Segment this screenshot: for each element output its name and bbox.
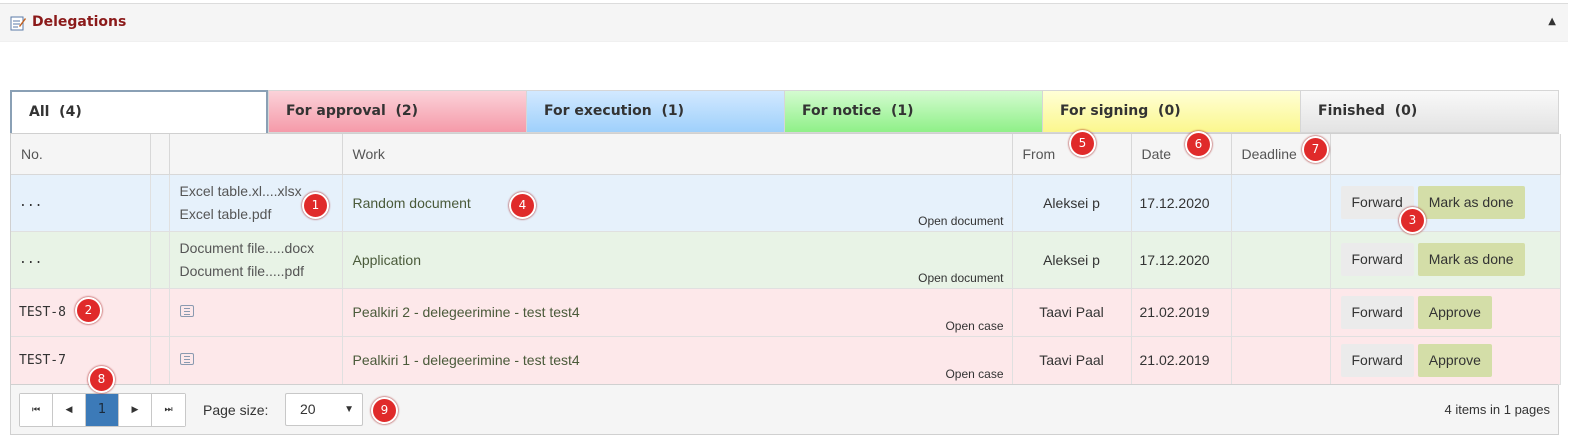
row-actions: Forward Mark as done bbox=[1330, 231, 1561, 289]
row-files: Document file.....docx Document file....… bbox=[169, 231, 343, 289]
row-files bbox=[169, 336, 343, 385]
panel-header: Delegations ▲ bbox=[0, 3, 1568, 42]
row-deadline bbox=[1231, 336, 1331, 385]
page-size-value: 20 bbox=[300, 401, 316, 417]
approve-button[interactable]: Approve bbox=[1417, 343, 1492, 377]
panel-title: Delegations bbox=[32, 14, 127, 30]
annotation-marker: 6 bbox=[1185, 131, 1212, 158]
last-page-icon[interactable]: ⏭ bbox=[152, 394, 185, 426]
column-header-work[interactable]: Work bbox=[342, 134, 1013, 175]
filter-tabs: All (4) For approval (2) For execution (… bbox=[10, 90, 1559, 133]
chevron-down-icon: ▼ bbox=[344, 404, 354, 415]
page-size-label: Page size: bbox=[203, 402, 269, 418]
column-header-date[interactable]: Date bbox=[1131, 134, 1232, 175]
table-row: ... Excel table.xl....xlsx Excel table.p… bbox=[11, 174, 1561, 232]
row-blank-cell bbox=[150, 231, 170, 289]
row-from: Taavi Paal bbox=[1012, 336, 1132, 385]
page-number-button[interactable]: 1 bbox=[86, 394, 119, 426]
row-deadline bbox=[1231, 231, 1331, 289]
case-icon[interactable] bbox=[179, 304, 194, 317]
work-title: Pealkiri 2 - delegeerimine - test test4 bbox=[352, 304, 580, 320]
annotation-marker: 9 bbox=[371, 397, 398, 424]
row-from: Taavi Paal bbox=[1012, 288, 1132, 337]
next-page-icon[interactable]: ▶ bbox=[119, 394, 152, 426]
annotation-marker: 2 bbox=[75, 297, 102, 324]
pager-buttons: ⏮ ◀ 1 ▶ ⏭ bbox=[19, 393, 186, 427]
mark-as-done-button[interactable]: Mark as done bbox=[1417, 186, 1525, 219]
annotation-marker: 3 bbox=[1399, 207, 1426, 234]
row-number: TEST-7 bbox=[11, 336, 151, 385]
open-document-link[interactable]: Open document bbox=[918, 271, 1003, 285]
row-actions: Forward Approve bbox=[1330, 336, 1561, 385]
work-title: Random document bbox=[352, 194, 471, 211]
table-row: ... Document file.....docx Document file… bbox=[11, 231, 1561, 289]
delegations-table: No. Work From Date Deadline ... Excel ta… bbox=[11, 134, 1561, 385]
column-header-blank bbox=[150, 134, 170, 175]
annotation-marker: 5 bbox=[1069, 130, 1096, 157]
row-from: Aleksei p bbox=[1012, 231, 1132, 289]
tab-for-execution[interactable]: For execution (1) bbox=[526, 90, 784, 133]
file-link[interactable]: Document file.....pdf bbox=[180, 260, 342, 283]
tab-finished[interactable]: Finished (0) bbox=[1300, 90, 1559, 133]
annotation-marker: 1 bbox=[302, 192, 329, 219]
delegations-grid: No. Work From Date Deadline ... Excel ta… bbox=[10, 133, 1561, 435]
row-blank-cell bbox=[150, 174, 170, 232]
table-row: TEST-7 Pealkiri 1 - delegeerimine - test… bbox=[11, 336, 1561, 385]
table-row: TEST-8 Pealkiri 2 - delegeerimine - test… bbox=[11, 288, 1561, 337]
tab-for-signing[interactable]: For signing (0) bbox=[1042, 90, 1300, 133]
row-files bbox=[169, 288, 343, 337]
annotation-marker: 7 bbox=[1302, 136, 1329, 163]
file-link[interactable]: Document file.....docx bbox=[180, 237, 342, 260]
annotation-marker: 4 bbox=[509, 192, 536, 219]
row-date: 17.12.2020 bbox=[1131, 174, 1232, 232]
row-number: ... bbox=[11, 231, 151, 289]
row-actions: Forward Mark as done bbox=[1330, 174, 1561, 232]
row-work: Application Open document bbox=[342, 231, 1013, 289]
row-date: 21.02.2019 bbox=[1131, 288, 1232, 337]
collapse-icon[interactable]: ▲ bbox=[1548, 16, 1556, 27]
column-header-actions bbox=[1330, 134, 1561, 175]
work-title: Pealkiri 1 - delegeerimine - test test4 bbox=[352, 352, 580, 368]
open-case-link[interactable]: Open case bbox=[945, 319, 1003, 333]
delegation-icon bbox=[10, 16, 26, 31]
column-header-files bbox=[169, 134, 343, 175]
forward-button[interactable]: Forward bbox=[1340, 295, 1414, 329]
tab-for-approval[interactable]: For approval (2) bbox=[268, 90, 526, 133]
row-blank-cell bbox=[150, 336, 170, 385]
row-deadline bbox=[1231, 288, 1331, 337]
row-date: 21.02.2019 bbox=[1131, 336, 1232, 385]
row-blank-cell bbox=[150, 288, 170, 337]
row-actions: Forward Approve bbox=[1330, 288, 1561, 337]
page-size-select[interactable]: 20 ▼ bbox=[285, 393, 363, 426]
row-work: Random document Open document bbox=[342, 174, 1013, 232]
annotation-marker: 8 bbox=[88, 366, 115, 393]
work-title: Application bbox=[352, 251, 422, 268]
open-document-link[interactable]: Open document bbox=[918, 214, 1003, 228]
approve-button[interactable]: Approve bbox=[1417, 295, 1492, 329]
forward-button[interactable]: Forward bbox=[1340, 343, 1414, 377]
mark-as-done-button[interactable]: Mark as done bbox=[1417, 243, 1525, 276]
row-work: Pealkiri 1 - delegeerimine - test test4 … bbox=[342, 336, 1013, 385]
tab-for-notice[interactable]: For notice (1) bbox=[784, 90, 1042, 133]
row-deadline bbox=[1231, 174, 1331, 232]
case-icon[interactable] bbox=[179, 352, 194, 365]
row-work: Pealkiri 2 - delegeerimine - test test4 … bbox=[342, 288, 1013, 337]
pager-info: 4 items in 1 pages bbox=[1444, 402, 1550, 417]
prev-page-icon[interactable]: ◀ bbox=[53, 394, 86, 426]
open-case-link[interactable]: Open case bbox=[945, 367, 1003, 381]
row-number: ... bbox=[11, 174, 151, 232]
column-header-no[interactable]: No. bbox=[11, 134, 151, 175]
forward-button[interactable]: Forward bbox=[1340, 243, 1414, 276]
pager: ⏮ ◀ 1 ▶ ⏭ Page size: 20 ▼ 4 items in 1 p… bbox=[11, 384, 1558, 434]
tab-all[interactable]: All (4) bbox=[10, 90, 268, 133]
row-from: Aleksei p bbox=[1012, 174, 1132, 232]
row-date: 17.12.2020 bbox=[1131, 231, 1232, 289]
first-page-icon[interactable]: ⏮ bbox=[20, 394, 53, 426]
